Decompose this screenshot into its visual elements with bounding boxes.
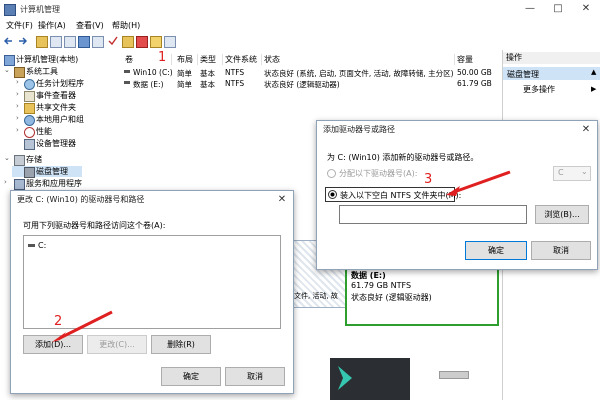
actions-header: 操作 [503, 52, 600, 64]
chevron-down-icon[interactable]: ⌄ [4, 154, 10, 162]
column-header-capacity[interactable]: 容量 [457, 54, 499, 65]
checkmark-icon[interactable] [108, 36, 118, 46]
dialog-title: 添加驱动器号或路径 [317, 121, 597, 139]
table-row[interactable]: 数据 (E:) 简单 基本 NTFS 状态良好 (逻辑驱动器) 61.79 GB [121, 78, 502, 89]
chevron-down-icon: ⌄ [581, 167, 588, 176]
disk-icon [24, 167, 35, 178]
chevron-right-icon[interactable]: › [16, 90, 19, 98]
table-row[interactable]: Win10 (C:) 简单 基本 NTFS 状态良好 (系统, 启动, 页面文件… [121, 67, 502, 78]
toolbar [0, 32, 600, 51]
console-tree-icon[interactable] [50, 36, 62, 48]
chevron-right-icon[interactable]: › [16, 126, 19, 134]
chevron-up-icon: ▲ [591, 68, 597, 76]
add-button[interactable]: 添加(D)... [23, 335, 83, 354]
ok-button[interactable]: 确定 [161, 367, 221, 386]
back-arrow-icon[interactable] [4, 36, 14, 46]
chevron-right-icon[interactable]: › [16, 102, 19, 110]
actions-item-more[interactable]: 更多操作 [523, 84, 555, 95]
view-icon[interactable] [92, 36, 104, 48]
volume-icon [124, 81, 130, 84]
tools-icon [14, 67, 25, 78]
column-header-filesystem[interactable]: 文件系统 [225, 54, 262, 65]
tree-item-disk-management[interactable]: 磁盘管理 [12, 166, 82, 178]
menu-bar: 文件(F) 操作(A) 查看(V) 帮助(H) [0, 18, 600, 32]
drive-letter-select[interactable]: C ⌄ [553, 166, 591, 181]
annotation-number-1: 1 [158, 50, 167, 65]
chevron-right-icon[interactable]: › [16, 78, 19, 86]
taskbar-fragment [330, 358, 410, 400]
chevron-right-icon[interactable]: › [4, 178, 7, 186]
clock-icon [24, 79, 35, 90]
chevron-right-icon: ▶ [591, 85, 597, 93]
device-manager-icon [24, 139, 35, 150]
list-view-icon[interactable] [164, 36, 176, 48]
radio-unchecked-icon [327, 169, 336, 178]
console-tree: 计算机管理(本地) ⌄ 系统工具 › 任务计划程序 › 事件查看器 › 共享文件… [0, 50, 122, 200]
change-drive-letter-dialog: 更改 C: (Win10) 的驱动器号和路径 ✕ 可用下列驱动器号和路径访问这个… [10, 190, 294, 394]
chevron-down-icon[interactable]: ⌄ [4, 66, 10, 74]
title-bar: 计算机管理 — □ ✕ [0, 0, 600, 19]
delete-button[interactable]: 删除(R) [151, 335, 211, 354]
change-button[interactable]: 更改(C)... [87, 335, 147, 354]
app-logo-icon [338, 366, 352, 390]
menu-file[interactable]: 文件(F) [6, 20, 33, 31]
folder-path-input[interactable] [339, 205, 527, 224]
menu-help[interactable]: 帮助(H) [112, 20, 140, 31]
storage-icon [14, 155, 25, 166]
maximize-button[interactable]: □ [544, 0, 572, 18]
computer-management-icon [4, 4, 16, 16]
help-icon[interactable] [78, 36, 90, 48]
drive-icon [28, 244, 35, 247]
annotation-number-2: 2 [54, 314, 63, 329]
dialog-caption: 为 C: (Win10) 添加新的驱动器号或路径。 [327, 153, 479, 162]
users-icon [24, 115, 35, 126]
rescan-icon[interactable] [150, 36, 162, 48]
properties-icon[interactable] [64, 36, 76, 48]
mount-folder-radio[interactable]: 装入以下空白 NTFS 文件夹中(M): [325, 187, 461, 202]
radio-checked-icon [328, 190, 337, 199]
close-icon[interactable]: ✕ [271, 191, 293, 209]
volume-icon [124, 70, 130, 73]
legend-swatch [439, 371, 469, 379]
computer-icon [4, 55, 15, 66]
dialog-caption: 可用下列驱动器号和路径访问这个卷(A): [23, 221, 166, 230]
cancel-button[interactable]: 取消 [225, 367, 285, 386]
minimize-button[interactable]: — [516, 0, 544, 18]
ok-button[interactable]: 确定 [465, 241, 527, 260]
close-button[interactable]: ✕ [572, 0, 600, 18]
folder-up-icon[interactable] [36, 36, 48, 48]
chevron-right-icon[interactable]: › [16, 114, 19, 122]
actions-item-disk-management[interactable]: 磁盘管理 ▲ [503, 67, 600, 80]
browse-button[interactable]: 浏览(B)... [535, 205, 589, 224]
open-folder-icon[interactable] [122, 36, 134, 48]
services-icon [14, 179, 25, 190]
event-log-icon [24, 91, 35, 102]
forward-arrow-icon[interactable] [17, 36, 27, 46]
performance-icon [24, 127, 35, 138]
column-header-type[interactable]: 类型 [200, 54, 223, 65]
close-icon[interactable]: ✕ [575, 121, 597, 139]
add-drive-letter-dialog: 添加驱动器号或路径 ✕ 为 C: (Win10) 添加新的驱动器号或路径。 分配… [316, 120, 598, 270]
cancel-button[interactable]: 取消 [531, 241, 591, 260]
delete-icon[interactable] [136, 36, 148, 48]
window-title: 计算机管理 [20, 5, 60, 14]
column-header-status[interactable]: 状态 [264, 54, 455, 65]
annotation-number-3: 3 [424, 172, 433, 187]
menu-action[interactable]: 操作(A) [38, 20, 66, 31]
shared-folder-icon [24, 103, 35, 114]
menu-view[interactable]: 查看(V) [76, 20, 104, 31]
column-header-layout[interactable]: 布局 [177, 54, 198, 65]
dialog-title: 更改 C: (Win10) 的驱动器号和路径 [11, 191, 293, 209]
